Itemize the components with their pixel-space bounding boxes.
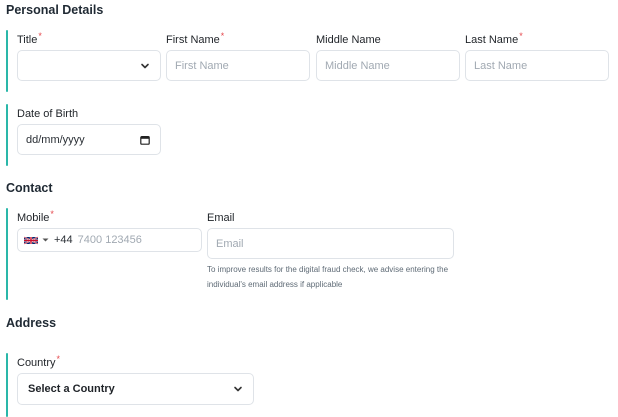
required-marker: * [56,354,61,364]
mobile-placeholder: 7400 123456 [77,234,142,246]
dob-accent-bar [6,104,8,166]
first-name-input[interactable]: First Name [166,50,310,81]
last-name-placeholder: Last Name [474,59,528,72]
email-input[interactable]: Email [207,228,454,259]
contact-heading: Contact [6,181,53,195]
title-select[interactable] [17,50,161,81]
contact-accent-bar [6,208,8,300]
required-marker: * [220,31,225,41]
caret-down-icon[interactable] [42,237,49,243]
middle-name-label: Middle Name [316,34,381,46]
last-name-label: Last Name* [465,31,523,46]
required-marker: * [519,31,523,41]
required-marker: * [50,209,54,219]
personal-details-heading: Personal Details [6,3,104,17]
address-heading: Address [6,316,57,330]
email-label: Email [207,212,235,224]
calendar-icon[interactable] [140,135,150,145]
mobile-input[interactable]: +44 7400 123456 [17,228,202,252]
country-select[interactable]: Select a Country [17,373,254,405]
address-accent-bar [6,353,8,417]
required-marker: * [38,31,42,41]
email-placeholder: Email [216,237,244,250]
middle-name-placeholder: Middle Name [325,59,390,72]
email-help-text: To improve results for the digital fraud… [207,265,449,289]
dob-input[interactable]: dd/mm/yyyy [17,124,161,155]
title-label: Title* [17,31,42,46]
country-label: Country* [17,354,61,369]
chevron-down-icon [141,63,149,68]
first-name-label: First Name* [166,31,225,46]
mobile-label: Mobile* [17,209,54,224]
personal-accent-bar [6,30,8,92]
last-name-input[interactable]: Last Name [465,50,609,81]
middle-name-input[interactable]: Middle Name [316,50,460,81]
uk-flag-icon [24,235,38,245]
first-name-placeholder: First Name [175,59,229,72]
dial-code: +44 [54,234,73,246]
dob-label: Date of Birth [17,108,79,120]
country-selected-value: Select a Country [28,383,115,395]
chevron-down-icon [234,386,242,392]
dob-placeholder: dd/mm/yyyy [26,133,85,146]
